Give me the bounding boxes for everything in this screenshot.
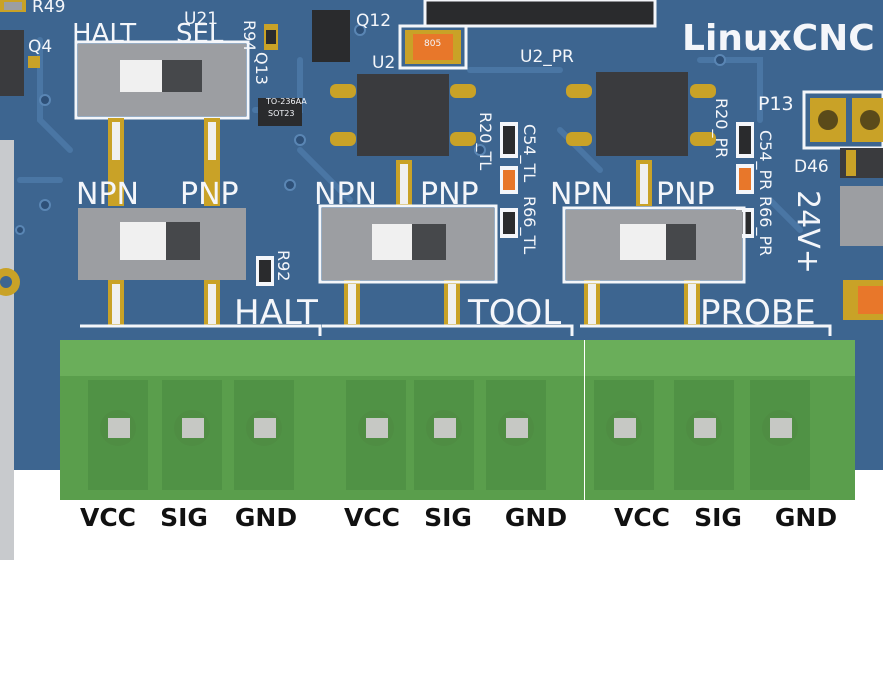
top-switch-left-label: HALT [72, 19, 136, 49]
ref-q13: Q13 [252, 52, 271, 85]
q12-package [312, 10, 350, 62]
switch-npn-label: NPN [550, 177, 613, 212]
switch-npn-label: NPN [76, 177, 139, 212]
logo-text: LinuxCNC [682, 18, 875, 59]
pin-label-gnd: GND [504, 503, 568, 532]
ref-r92: R92 [274, 250, 293, 281]
ref-r20-pr: R20_PR [711, 98, 731, 158]
ref-to236aa: TO-236AA [265, 97, 307, 106]
ref-voltage: 24V+ [790, 190, 825, 274]
pcb-render: LinuxCNCR49Q4U21 Q12R94Q13 U2 U2_PRP13R20_P… [0, 0, 883, 560]
ref-r66-tl: R66_TL [519, 196, 539, 254]
ref-r66-pr: R66_PR [755, 196, 775, 256]
u2-chip [357, 74, 449, 156]
q4-package [0, 30, 24, 96]
pin-label-sig: SIG [160, 503, 208, 532]
switch-pnp-label: PNP [420, 177, 479, 212]
terminal-block-probe [585, 340, 855, 500]
pin-label-gnd: GND [234, 503, 298, 532]
switch-pnp-label: PNP [656, 177, 715, 212]
board-edge-part [0, 140, 14, 560]
ref-u2: U2 [372, 53, 395, 73]
ref-d46: D46 [794, 157, 829, 177]
pin-label-sig: SIG [694, 503, 742, 532]
ref-u2-pr: U2_PR [520, 47, 574, 67]
section-label-halt: HALT [234, 293, 318, 333]
ref-r20-tl: R20_TL [475, 112, 495, 170]
ref-r94: R94 [240, 20, 259, 51]
ref-c54-tl: C54_TL [519, 124, 539, 182]
ref-sot23: SOT23 [268, 109, 294, 118]
terminal-block-halt [60, 340, 318, 500]
u2-pr-chip [596, 72, 688, 156]
ref-p13: P13 [758, 93, 794, 115]
section-label-tool: TOOL [467, 293, 561, 333]
ref-cap-805: 805 [424, 39, 441, 49]
switch-pnp-label: PNP [180, 177, 239, 212]
terminal-blocks [60, 340, 855, 500]
terminal-block-tool [318, 340, 584, 500]
section-label-probe: PROBE [700, 293, 816, 333]
ref-q4: Q4 [28, 37, 52, 57]
ref-q12: Q12 [356, 11, 391, 31]
top-component [423, 0, 657, 28]
ref-r49: R49 [32, 0, 65, 17]
ref-c54-pr: C54_PR [755, 130, 775, 190]
switch-npn-label: NPN [314, 177, 377, 212]
pin-label-sig: SIG [424, 503, 472, 532]
top-switch-right-label: SEL [176, 19, 224, 49]
pin-label-gnd: GND [774, 503, 838, 532]
